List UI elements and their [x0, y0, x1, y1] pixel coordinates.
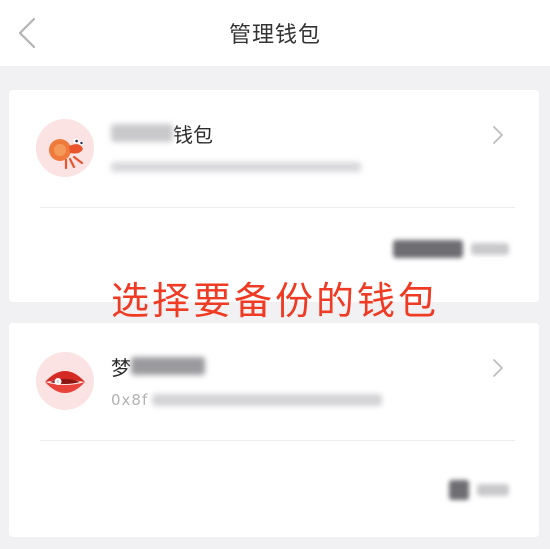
- divider: [40, 440, 515, 441]
- redacted-name: [111, 124, 173, 142]
- hermit-crab-icon: [36, 119, 94, 177]
- redacted-name: [131, 357, 205, 375]
- redacted-balance: [449, 480, 469, 500]
- divider: [40, 207, 515, 208]
- chevron-right-icon[interactable]: [491, 124, 505, 146]
- redacted-address: [152, 394, 383, 406]
- wallet-balance: [393, 240, 509, 258]
- wallet-address: 0x8f: [111, 390, 383, 410]
- redacted-address: [111, 162, 361, 172]
- redacted-balance: [393, 240, 463, 258]
- page-title: 管理钱包: [228, 23, 321, 48]
- redacted-unit: [471, 243, 509, 255]
- clam-shell-icon: [36, 352, 94, 410]
- redacted-unit: [477, 484, 509, 496]
- wallet-name: 梦: [111, 351, 205, 381]
- wallet-card[interactable]: 梦 0x8f: [9, 323, 539, 537]
- nav-bar: 管理钱包: [0, 0, 550, 66]
- chevron-right-icon[interactable]: [491, 357, 505, 379]
- wallet-balance: [449, 480, 509, 500]
- wallet-address: [111, 157, 361, 177]
- instruction-overlay: 选择要备份的钱包: [110, 279, 439, 323]
- wallet-name: 钱包: [111, 118, 213, 148]
